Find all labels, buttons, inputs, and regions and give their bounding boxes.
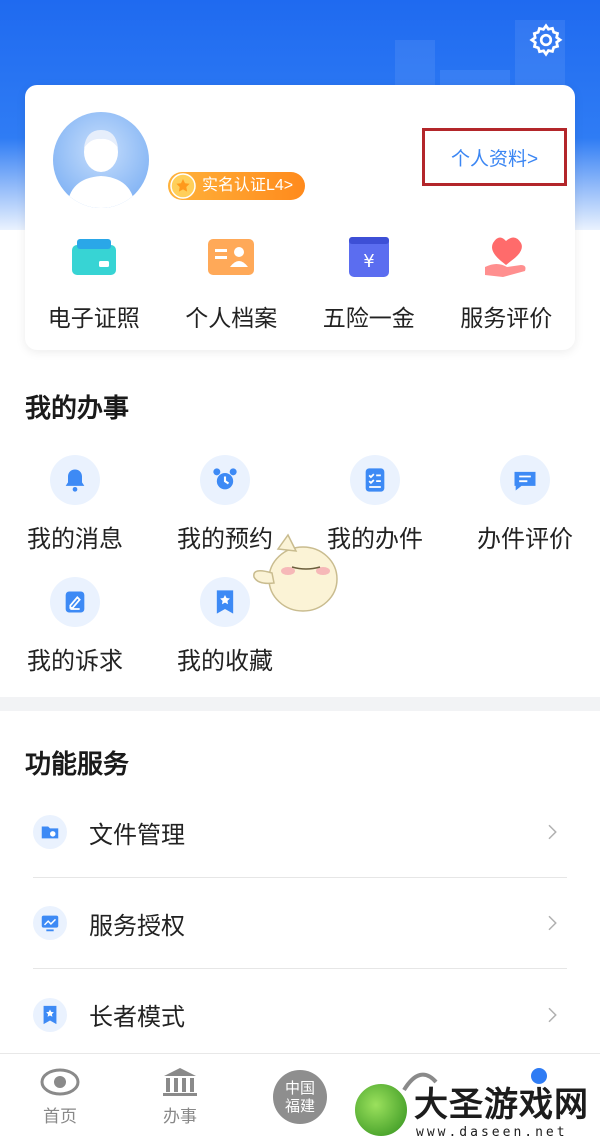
bank-building-icon [163,1068,197,1096]
service-row-authorization[interactable]: 服务授权 [33,878,567,969]
tab-affairs[interactable]: 办事 [140,1066,220,1127]
my-item-label: 我的消息 [27,526,123,553]
my-affairs-row-2: 我的诉求 我的收藏 [0,577,600,676]
edit-note-icon [65,591,85,613]
my-item-favorites[interactable]: 我的收藏 [150,577,300,676]
profile-link-highlight[interactable]: 个人资料> [422,128,567,186]
my-item-messages[interactable]: 我的消息 [0,455,150,554]
bookmark-star-icon [216,590,234,614]
section-title-functions: 功能服务 [25,749,130,779]
star-badge-icon [170,173,196,199]
tab-label: 办事 [163,1107,197,1126]
heart-hand-icon [485,237,526,277]
tab-service-icon[interactable] [400,1068,440,1098]
my-item-label: 办件评价 [477,526,573,553]
tab-center-label: 中国 福建 [284,1079,315,1115]
profile-file-icon [208,239,255,275]
bell-icon [65,469,85,492]
monitor-chart-icon [41,915,59,932]
id-card-icon [71,239,116,275]
user-avatar-icon [67,130,135,208]
alarm-clock-icon [213,468,237,490]
bottom-tab-bar: 首页 办事 中国 福建 [0,1053,600,1145]
chevron-right-icon [548,915,557,931]
settings-gear-icon[interactable] [526,20,566,60]
quick-item-label: 电子证照 [47,305,140,331]
checklist-icon [365,468,385,492]
my-item-cases[interactable]: 我的办件 [300,455,450,554]
quick-item-insurance[interactable]: ¥ 五险一金 [300,235,438,333]
quick-item-label: 五险一金 [322,305,415,331]
section-title-my-affairs: 我的办事 [25,393,130,423]
quick-item-e-license[interactable]: 电子证照 [25,235,163,333]
home-eye-icon [40,1068,80,1096]
quick-item-service-eval[interactable]: 服务评价 [438,235,576,333]
quick-actions: 电子证照 个人档案 ¥ 五险一金 服务评价 [25,235,575,333]
chevron-right-icon [548,1007,557,1022]
insurance-fund-icon: ¥ [348,237,389,277]
my-item-appointments[interactable]: 我的预约 [150,455,300,554]
profile-link[interactable]: 个人资料> [451,144,538,171]
tab-mine-active-icon[interactable] [531,1068,547,1084]
service-row-file-management[interactable]: 文件管理 [33,787,567,878]
avatar[interactable] [53,112,149,208]
folder-icon [41,826,59,839]
my-item-label: 我的预约 [177,526,273,553]
service-row-label: 文件管理 [89,821,185,849]
quick-item-label: 个人档案 [185,305,278,331]
verify-badge[interactable]: 实名认证L4> [168,172,306,200]
tab-label: 首页 [43,1107,77,1126]
quick-item-label: 服务评价 [460,305,553,331]
comment-icon [514,471,536,491]
my-item-label: 我的诉求 [27,648,123,675]
my-item-label: 我的收藏 [177,648,273,675]
service-row-label: 服务授权 [89,912,185,940]
my-item-appeals[interactable]: 我的诉求 [0,577,150,676]
profile-card: 实名认证L4> 个人资料> 电子证照 个人档案 ¥ 五险一金 服务评价 [25,85,575,350]
chevron-right-icon [548,824,557,840]
my-item-case-eval[interactable]: 办件评价 [450,455,600,554]
bookmark-star-icon [43,1005,57,1024]
tab-center-fujian[interactable]: 中国 福建 [273,1070,327,1124]
service-row-label: 长者模式 [89,1004,185,1031]
svg-text:¥: ¥ [363,251,374,272]
my-item-label: 我的办件 [327,526,423,553]
verify-badge-label: 实名认证L4> [202,177,294,194]
tab-home[interactable]: 首页 [20,1066,100,1127]
service-row-elder-mode[interactable]: 长者模式 [33,969,567,1060]
section-divider [0,697,600,711]
quick-item-personal-file[interactable]: 个人档案 [163,235,301,333]
my-affairs-row-1: 我的消息 我的预约 我的办件 办件评价 [0,455,600,554]
